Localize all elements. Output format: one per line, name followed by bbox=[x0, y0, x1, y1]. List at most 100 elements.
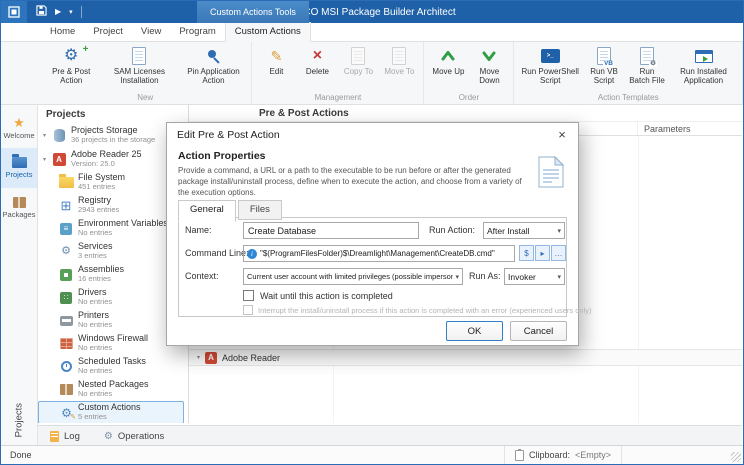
title-bar: ▶ ▾ Custom Actions Tools EMCO MSI Packag… bbox=[1, 1, 743, 23]
cancel-button[interactable]: Cancel bbox=[510, 321, 567, 341]
chevron-down-icon: ▾ bbox=[557, 273, 561, 281]
gear-icon: ⚙ bbox=[64, 48, 78, 64]
ribbon-tab-row: Home Project View Program Custom Actions bbox=[1, 23, 743, 42]
arrow-down-icon bbox=[481, 48, 497, 64]
info-icon: i bbox=[247, 249, 257, 259]
qat-dropdown-icon[interactable]: ▾ bbox=[69, 9, 73, 16]
browse-file-button[interactable]: ▸ bbox=[535, 245, 550, 261]
adobe-icon: A bbox=[205, 352, 217, 364]
group-label-order: Order bbox=[428, 92, 509, 104]
tab-project[interactable]: Project bbox=[84, 23, 132, 41]
tab-files[interactable]: Files bbox=[238, 200, 282, 220]
context-label: Context: bbox=[185, 271, 219, 281]
ok-button[interactable]: OK bbox=[446, 321, 503, 341]
pre-post-action-button[interactable]: ⚙+ Pre & Post Action bbox=[43, 43, 99, 92]
run-batch-file-button[interactable]: ⚙ Run Batch File bbox=[626, 43, 668, 92]
welcome-icon: ★ bbox=[13, 116, 25, 129]
log-icon bbox=[50, 431, 59, 442]
name-field[interactable] bbox=[243, 222, 419, 239]
group-label-action-templates: Action Templates bbox=[518, 92, 738, 104]
table-group-row-adobe-reader[interactable]: ▾ A Adobe Reader bbox=[189, 349, 742, 366]
projects-icon bbox=[12, 157, 27, 168]
edit-button[interactable]: ✎ Edit bbox=[256, 43, 296, 92]
dialog-description: Provide a command, a URL or a path to th… bbox=[178, 165, 522, 199]
delete-button[interactable]: × Delete bbox=[297, 43, 337, 92]
wait-checkbox[interactable] bbox=[243, 290, 254, 301]
vb-script-icon: VB bbox=[597, 47, 611, 65]
close-icon[interactable]: × bbox=[547, 124, 577, 145]
pin-application-action-button[interactable]: Pin Application Action bbox=[179, 43, 247, 92]
more-options-button[interactable]: … bbox=[551, 245, 566, 261]
move-down-button[interactable]: Move Down bbox=[469, 43, 509, 92]
services-icon: ⚙ bbox=[61, 246, 71, 257]
qat-separator bbox=[81, 6, 82, 18]
dialog-buttons: OK Cancel bbox=[446, 321, 567, 341]
column-header-parameters[interactable]: Parameters bbox=[638, 122, 742, 135]
delete-icon: × bbox=[313, 48, 322, 64]
wait-checkbox-label: Wait until this action is completed bbox=[260, 291, 393, 301]
dialog-section-title: Action Properties bbox=[178, 150, 266, 162]
rail-item-welcome[interactable]: ★ Welcome bbox=[1, 108, 37, 148]
tab-general[interactable]: General bbox=[178, 200, 236, 222]
tab-home[interactable]: Home bbox=[41, 23, 84, 41]
save-icon[interactable] bbox=[36, 3, 47, 21]
group-label-management: Management bbox=[256, 92, 419, 104]
run-powershell-script-button[interactable]: >_ Run PowerShell Script bbox=[518, 43, 582, 92]
run-as-label: Run As: bbox=[469, 271, 501, 281]
tree-item-scheduled-tasks[interactable]: Scheduled TasksNo entries bbox=[38, 355, 188, 378]
copy-icon bbox=[351, 47, 365, 65]
bottom-tab-strip: Log ⚙ Operations bbox=[38, 425, 742, 447]
resize-grip[interactable] bbox=[731, 452, 741, 462]
expander-icon[interactable]: ▾ bbox=[43, 156, 51, 163]
arrow-up-icon bbox=[440, 48, 456, 64]
batch-file-icon: ⚙ bbox=[640, 47, 654, 65]
clipboard-status: Clipboard: <Empty> bbox=[504, 446, 622, 464]
document-icon bbox=[132, 47, 146, 65]
tab-program[interactable]: Program bbox=[170, 23, 224, 41]
run-action-select[interactable]: After Install ▾ bbox=[483, 222, 565, 239]
navigation-rail: ★ Welcome Projects Packages Projects bbox=[1, 105, 38, 445]
tab-log[interactable]: Log bbox=[50, 431, 80, 442]
ribbon-group-new: ⚙+ Pre & Post Action SAM Licenses Instal… bbox=[39, 42, 252, 104]
sam-licenses-installation-button[interactable]: SAM Licenses Installation bbox=[100, 43, 178, 92]
insert-variable-button[interactable]: $ bbox=[519, 245, 534, 261]
tree-item-nested-packages[interactable]: Nested PackagesNo entries bbox=[38, 378, 188, 401]
pencil-icon: ✎ bbox=[271, 49, 283, 63]
run-vb-script-button[interactable]: VB Run VB Script bbox=[583, 43, 625, 92]
run-icon[interactable]: ▶ bbox=[55, 8, 61, 16]
copy-to-button: Copy To bbox=[338, 43, 378, 92]
expander-icon[interactable]: ▾ bbox=[43, 132, 51, 139]
rail-item-packages[interactable]: Packages bbox=[1, 188, 37, 228]
command-line-label: Command Line: bbox=[185, 248, 249, 258]
dialog-document-icon bbox=[538, 156, 564, 193]
run-installed-application-button[interactable]: Run Installed Application bbox=[669, 43, 738, 92]
registry-icon: ⊞ bbox=[61, 199, 72, 212]
tab-operations[interactable]: ⚙ Operations bbox=[104, 431, 164, 442]
status-text: Done bbox=[10, 450, 32, 460]
clock-icon bbox=[61, 361, 72, 372]
move-up-button[interactable]: Move Up bbox=[428, 43, 468, 92]
expander-icon[interactable]: ▾ bbox=[197, 354, 200, 361]
chevron-down-icon: ▾ bbox=[455, 273, 459, 281]
ribbon-group-action-templates: >_ Run PowerShell Script VB Run VB Scrip… bbox=[514, 42, 743, 104]
ribbon-group-order: Move Up Move Down Order bbox=[424, 42, 514, 104]
adobe-icon: A bbox=[53, 153, 66, 166]
tab-view[interactable]: View bbox=[132, 23, 170, 41]
command-line-field[interactable]: i "$(ProgramFilesFolder)$\Dreamlight\Man… bbox=[243, 245, 515, 262]
rail-vertical-label: Projects bbox=[14, 403, 25, 437]
name-label: Name: bbox=[185, 225, 212, 235]
app-menu-button[interactable] bbox=[1, 1, 27, 23]
dialog-title: Edit Pre & Post Action bbox=[177, 129, 280, 141]
projects-panel-title: Projects bbox=[38, 105, 188, 123]
dialog-form: Name: Run Action: After Install ▾ Comman… bbox=[178, 217, 567, 317]
clipboard-label: Clipboard: bbox=[529, 450, 570, 460]
context-select[interactable]: Current user account with limited privil… bbox=[243, 268, 463, 285]
tab-custom-actions[interactable]: Custom Actions bbox=[225, 22, 311, 42]
tree-item-custom-actions[interactable]: ⚙✎ Custom Actions5 entries bbox=[38, 401, 184, 423]
environment-variables-icon: ≡ bbox=[60, 223, 72, 235]
custom-actions-pencil-icon: ✎ bbox=[70, 414, 76, 421]
dialog-title-bar: Edit Pre & Post Action bbox=[167, 123, 578, 147]
run-as-select[interactable]: Invoker ▾ bbox=[504, 268, 565, 285]
rail-item-projects[interactable]: Projects bbox=[1, 148, 37, 188]
chevron-down-icon: ▾ bbox=[557, 227, 561, 235]
